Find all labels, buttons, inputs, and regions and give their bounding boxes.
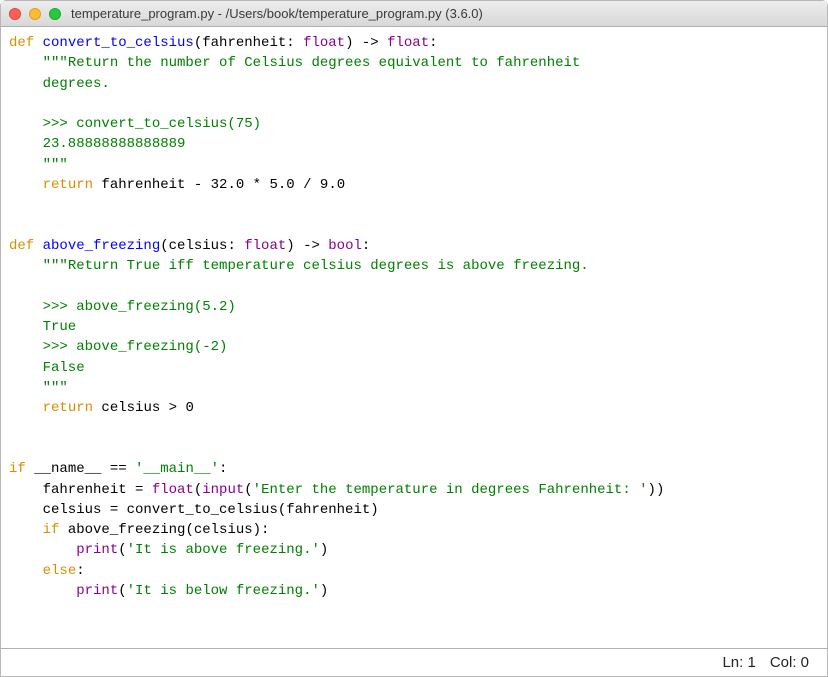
code-line[interactable]: celsius = convert_to_celsius(fahrenheit)	[9, 500, 819, 520]
code-editor[interactable]: def convert_to_celsius(fahrenheit: float…	[1, 27, 827, 649]
code-line[interactable]: if above_freezing(celsius):	[9, 520, 819, 540]
code-line[interactable]: print('It is above freezing.')	[9, 540, 819, 560]
status-bar: Ln: 1 Col: 0	[1, 649, 827, 676]
close-icon[interactable]	[9, 8, 21, 20]
code-line[interactable]: fahrenheit = float(input('Enter the temp…	[9, 480, 819, 500]
code-line[interactable]	[9, 94, 819, 114]
code-line[interactable]: >>> above_freezing(5.2)	[9, 297, 819, 317]
zoom-icon[interactable]	[49, 8, 61, 20]
status-col: Col: 0	[770, 654, 809, 671]
code-line[interactable]: True	[9, 317, 819, 337]
code-line[interactable]: >>> above_freezing(-2)	[9, 337, 819, 357]
code-line[interactable]	[9, 277, 819, 297]
titlebar: temperature_program.py - /Users/book/tem…	[1, 1, 827, 27]
code-line[interactable]: print('It is below freezing.')	[9, 581, 819, 601]
status-line: Ln: 1	[722, 654, 755, 671]
code-line[interactable]	[9, 195, 819, 215]
code-line[interactable]: """	[9, 378, 819, 398]
code-line[interactable]: """Return the number of Celsius degrees …	[9, 53, 819, 73]
minimize-icon[interactable]	[29, 8, 41, 20]
code-line[interactable]: def convert_to_celsius(fahrenheit: float…	[9, 33, 819, 53]
code-line[interactable]: else:	[9, 561, 819, 581]
window-title: temperature_program.py - /Users/book/tem…	[71, 6, 819, 21]
code-line[interactable]: return fahrenheit - 32.0 * 5.0 / 9.0	[9, 175, 819, 195]
traffic-lights	[9, 8, 61, 20]
code-line[interactable]: >>> convert_to_celsius(75)	[9, 114, 819, 134]
code-line[interactable]: degrees.	[9, 74, 819, 94]
code-line[interactable]: if __name__ == '__main__':	[9, 459, 819, 479]
code-line[interactable]	[9, 216, 819, 236]
code-line[interactable]	[9, 439, 819, 459]
code-line[interactable]: def above_freezing(celsius: float) -> bo…	[9, 236, 819, 256]
code-line[interactable]	[9, 419, 819, 439]
code-line[interactable]: """	[9, 155, 819, 175]
code-line[interactable]: return celsius > 0	[9, 398, 819, 418]
code-line[interactable]: """Return True iff temperature celsius d…	[9, 256, 819, 276]
code-line[interactable]: 23.88888888888889	[9, 134, 819, 154]
code-line[interactable]: False	[9, 358, 819, 378]
